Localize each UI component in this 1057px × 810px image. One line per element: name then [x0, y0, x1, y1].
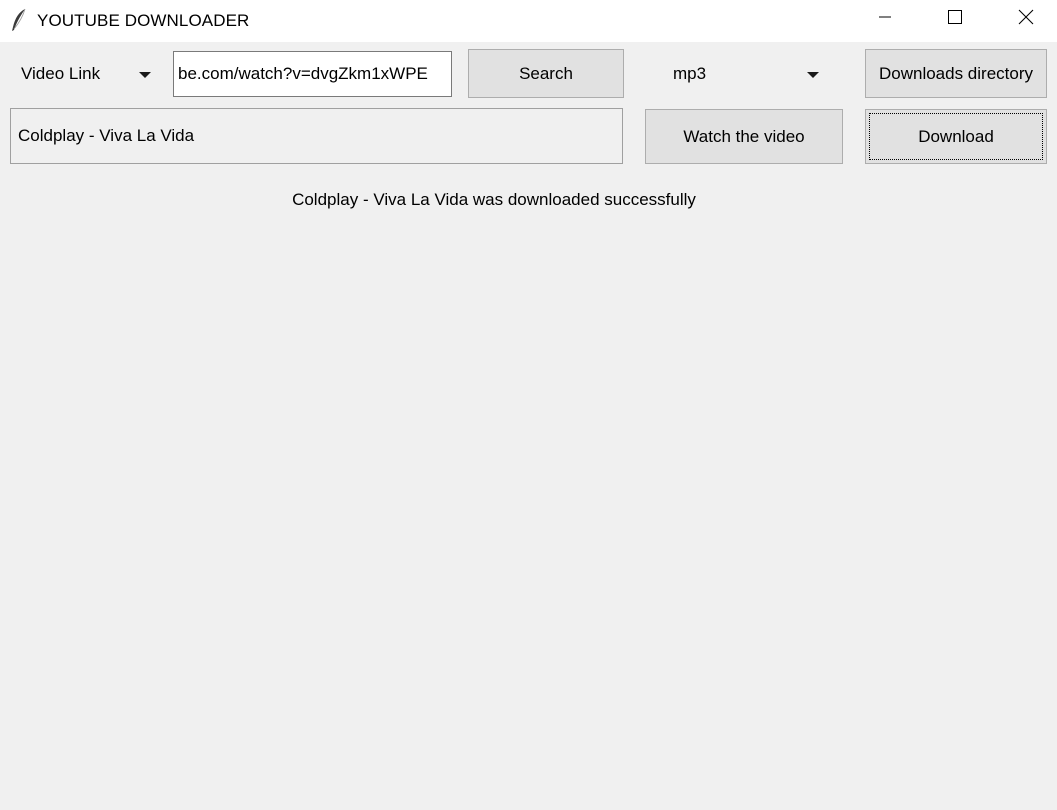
video-title-text: Coldplay - Viva La Vida	[18, 126, 195, 145]
maximize-icon	[948, 9, 962, 29]
search-button[interactable]: Search	[468, 49, 624, 98]
close-icon	[1018, 9, 1034, 30]
close-button[interactable]	[1003, 0, 1049, 38]
source-type-value: Video Link	[21, 64, 101, 83]
video-title-field: Coldplay - Viva La Vida	[10, 108, 623, 164]
window-title: YOUTUBE DOWNLOADER	[37, 11, 250, 30]
minimize-button[interactable]	[862, 0, 908, 38]
chevron-down-icon	[139, 72, 151, 78]
source-type-dropdown[interactable]: Video Link	[10, 52, 160, 96]
download-button[interactable]: Download	[865, 109, 1047, 164]
video-url-input[interactable]	[173, 51, 452, 97]
maximize-button[interactable]	[932, 0, 978, 38]
format-dropdown[interactable]: mp3	[636, 52, 832, 96]
format-value: mp3	[673, 64, 707, 83]
status-message: Coldplay - Viva La Vida was downloaded s…	[292, 190, 696, 209]
title-bar[interactable]: YOUTUBE DOWNLOADER	[0, 0, 1057, 42]
minimize-icon	[878, 10, 892, 29]
chevron-down-icon	[807, 72, 819, 78]
focus-ring	[869, 113, 1043, 160]
downloads-directory-button[interactable]: Downloads directory	[865, 49, 1047, 98]
feather-icon	[10, 8, 28, 32]
watch-video-button[interactable]: Watch the video	[645, 109, 843, 164]
app-window: YOUTUBE DOWNLOADER Video Link Search mp3…	[0, 0, 1057, 810]
